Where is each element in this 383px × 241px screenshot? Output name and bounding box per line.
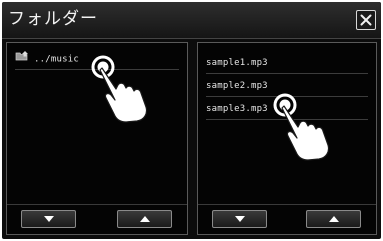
file-item-label: sample1.mp3 <box>206 58 268 68</box>
close-icon <box>360 14 372 26</box>
file-item-1[interactable]: sample1.mp3 <box>206 53 368 74</box>
file-item-label: sample3.mp3 <box>206 104 268 114</box>
scroll-down-button-left[interactable] <box>21 210 76 228</box>
triangle-up-icon <box>329 216 339 222</box>
panel-divider <box>7 204 187 205</box>
folder-item-parent[interactable]: ../music <box>15 49 179 70</box>
folder-up-icon <box>15 49 31 69</box>
scroll-up-button-right[interactable] <box>306 210 361 228</box>
triangle-down-icon <box>235 216 245 222</box>
close-button[interactable] <box>356 10 376 30</box>
triangle-down-icon <box>44 216 54 222</box>
triangle-up-icon <box>140 216 150 222</box>
folder-dialog: フォルダー ../music sample1.mp3 sample2.mp3 s… <box>2 2 381 239</box>
folder-item-label: ../music <box>34 54 79 65</box>
folder-list-panel: ../music <box>6 42 188 235</box>
file-item-2[interactable]: sample2.mp3 <box>206 76 368 97</box>
window-title: フォルダー <box>8 9 98 29</box>
scroll-down-button-right[interactable] <box>212 210 267 228</box>
file-item-label: sample2.mp3 <box>206 81 268 91</box>
device-frame: フォルダー ../music sample1.mp3 sample2.mp3 s… <box>0 0 383 241</box>
scroll-up-button-left[interactable] <box>117 210 172 228</box>
file-list-panel: sample1.mp3 sample2.mp3 sample3.mp3 <box>197 42 377 235</box>
file-item-3[interactable]: sample3.mp3 <box>206 99 368 120</box>
panel-divider <box>198 204 376 205</box>
title-bar: フォルダー <box>2 2 381 39</box>
